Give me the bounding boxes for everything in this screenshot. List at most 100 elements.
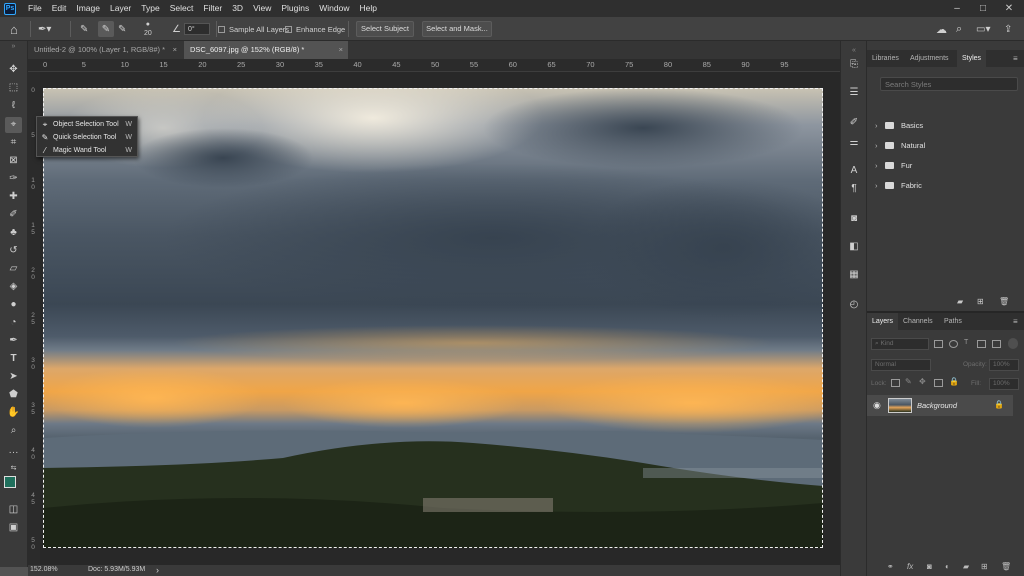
search-icon[interactable]: ⌕ [956, 17, 962, 41]
pixel-filter-icon[interactable] [934, 340, 943, 348]
style-group-fur[interactable]: › Fur [873, 157, 1019, 175]
gradients-panel-icon[interactable]: ◧ [846, 239, 862, 255]
new-group-icon[interactable]: ▰ [963, 562, 969, 571]
sample-all-layers-checkbox[interactable]: Sample All Layers [218, 17, 289, 41]
tab-untitled-2[interactable]: Untitled-2 @ 100% (Layer 1, RGB/8#) * × [28, 41, 182, 59]
tab-adjustments[interactable]: Adjustments [905, 50, 954, 67]
smart-object-filter-icon[interactable] [992, 340, 1001, 348]
style-group-basics[interactable]: › Basics [873, 117, 1019, 135]
select-and-mask-button[interactable]: Select and Mask... [422, 21, 492, 37]
eraser-tool-icon[interactable]: ▱ [5, 261, 22, 277]
zoom-level[interactable]: 152.08% [30, 566, 58, 573]
crop-tool-icon[interactable]: ⌗ [5, 135, 22, 151]
layer-row-background[interactable]: ◉ Background 🔒 [867, 395, 1013, 416]
frame-tool-icon[interactable]: ⊠ [5, 153, 22, 169]
marquee-tool-icon[interactable]: ⬚ [5, 80, 22, 96]
tab-dsc-6097[interactable]: DSC_6097.jpg @ 152% (RGB/8) * × [184, 41, 348, 59]
chevron-right-icon[interactable]: › [875, 117, 878, 135]
delete-style-icon[interactable]: 🗑 [999, 297, 1009, 306]
home-icon[interactable]: ⌂ [10, 17, 18, 41]
style-group-fabric[interactable]: › Fabric [873, 177, 1019, 195]
paragraph-panel-icon[interactable]: ¶ [846, 181, 862, 197]
menu-window[interactable]: Window [314, 0, 354, 17]
menu-view[interactable]: View [248, 0, 276, 17]
select-subject-button[interactable]: Select Subject [356, 21, 414, 37]
clone-stamp-tool-icon[interactable]: ♣ [5, 225, 22, 241]
properties-panel-icon[interactable]: ☰ [846, 85, 862, 101]
workspace-icon[interactable]: ▭▾ [976, 17, 990, 41]
chevron-right-icon[interactable]: › [875, 177, 878, 195]
shape-tool-icon[interactable]: ⬟ [5, 387, 22, 403]
fill-field[interactable]: 100% [989, 378, 1019, 390]
blend-mode-select[interactable]: Normal [871, 359, 931, 371]
new-style-group-icon[interactable]: ▰ [957, 297, 963, 306]
shape-filter-icon[interactable] [977, 340, 986, 348]
delete-layer-icon[interactable]: 🗑 [1001, 562, 1011, 571]
hand-tool-icon[interactable]: ✋ [5, 405, 22, 421]
quick-mask-icon[interactable]: ◫ [5, 502, 22, 518]
type-tool-icon[interactable]: T [5, 351, 22, 367]
panel-menu-icon[interactable]: ≡ [1013, 317, 1018, 326]
zoom-tool-icon[interactable]: ⌕ [5, 423, 22, 439]
angle-field[interactable]: 0° [184, 23, 210, 35]
character-panel-icon[interactable]: A [846, 163, 862, 179]
menu-file[interactable]: File [23, 0, 47, 17]
new-selection-brush-icon[interactable]: ✎ [80, 17, 88, 41]
toolbar-collapse-icon[interactable]: » [5, 43, 22, 50]
lock-position-icon[interactable]: ✥ [919, 377, 926, 386]
status-menu-icon[interactable]: › [156, 565, 159, 575]
panel-menu-icon[interactable]: ≡ [1013, 54, 1018, 63]
tab-channels[interactable]: Channels [898, 313, 938, 330]
layer-name[interactable]: Background [917, 401, 957, 410]
close-tab-icon[interactable]: × [339, 41, 343, 59]
menu-edit[interactable]: Edit [47, 0, 72, 17]
brush-tool-icon[interactable]: ✐ [5, 207, 22, 223]
menu-layer[interactable]: Layer [105, 0, 136, 17]
filter-kind-select[interactable]: ⌕ Kind [871, 338, 929, 350]
style-group-natural[interactable]: › Natural [873, 137, 1019, 155]
close-window-icon[interactable]: ✕ [996, 0, 1022, 17]
pen-tool-icon[interactable]: ✒ [5, 333, 22, 349]
flyout-item-object-selection[interactable]: ⌖ Object Selection Tool W [37, 118, 137, 131]
menu-3d[interactable]: 3D [227, 0, 248, 17]
search-styles-field[interactable]: Search Styles [880, 77, 1018, 91]
healing-brush-tool-icon[interactable]: ✚ [5, 189, 22, 205]
lock-pixels-icon[interactable]: ✎ [905, 377, 912, 386]
lock-all-icon[interactable]: 🔒 [949, 377, 959, 386]
filter-toggle[interactable] [1008, 338, 1018, 349]
brush-settings-panel-icon[interactable]: ⚌ [846, 135, 862, 151]
brushes-panel-icon[interactable]: ✐ [846, 115, 862, 131]
menu-image[interactable]: Image [71, 0, 105, 17]
path-selection-tool-icon[interactable]: ➤ [5, 369, 22, 385]
swap-colors-icon[interactable]: ⇆ [5, 461, 22, 477]
layer-lock-icon[interactable]: 🔒 [994, 400, 1004, 409]
add-to-selection-brush-icon[interactable]: ✎ [98, 21, 114, 37]
canvas-area[interactable] [40, 72, 840, 565]
menu-type[interactable]: Type [136, 0, 164, 17]
tab-paths[interactable]: Paths [939, 313, 967, 330]
actions-panel-icon[interactable]: ◴ [846, 297, 862, 313]
tab-libraries[interactable]: Libraries [867, 50, 904, 67]
chevron-right-icon[interactable]: › [875, 157, 878, 175]
layer-style-icon[interactable]: fx [907, 562, 913, 571]
type-filter-icon[interactable]: T [964, 339, 968, 346]
camera-panel-icon[interactable]: ◙ [846, 211, 862, 227]
menu-select[interactable]: Select [165, 0, 199, 17]
adjustment-filter-icon[interactable] [949, 340, 958, 348]
eyedropper-tool-icon[interactable]: ✑ [5, 171, 22, 187]
link-layers-icon[interactable]: ⚭ [887, 562, 894, 571]
dodge-tool-icon[interactable]: ◔ [5, 315, 22, 331]
brush-size-picker[interactable]: ● 20 [144, 17, 152, 41]
menu-filter[interactable]: Filter [198, 0, 227, 17]
close-tab-icon[interactable]: × [173, 41, 177, 59]
more-tools-icon[interactable]: ··· [5, 445, 22, 461]
lock-transparency-icon[interactable] [891, 379, 900, 387]
cloud-profile-icon[interactable]: ☁ [936, 17, 947, 41]
blur-tool-icon[interactable]: ● [5, 297, 22, 313]
lock-artboard-icon[interactable] [934, 379, 943, 387]
new-style-icon[interactable]: ⊞ [977, 297, 984, 306]
enhance-edge-checkbox[interactable]: Enhance Edge [285, 17, 345, 41]
opacity-field[interactable]: 100% [989, 359, 1019, 371]
checkbox-box[interactable] [285, 25, 292, 33]
flyout-item-quick-selection[interactable]: ✎ Quick Selection Tool W [37, 131, 137, 144]
